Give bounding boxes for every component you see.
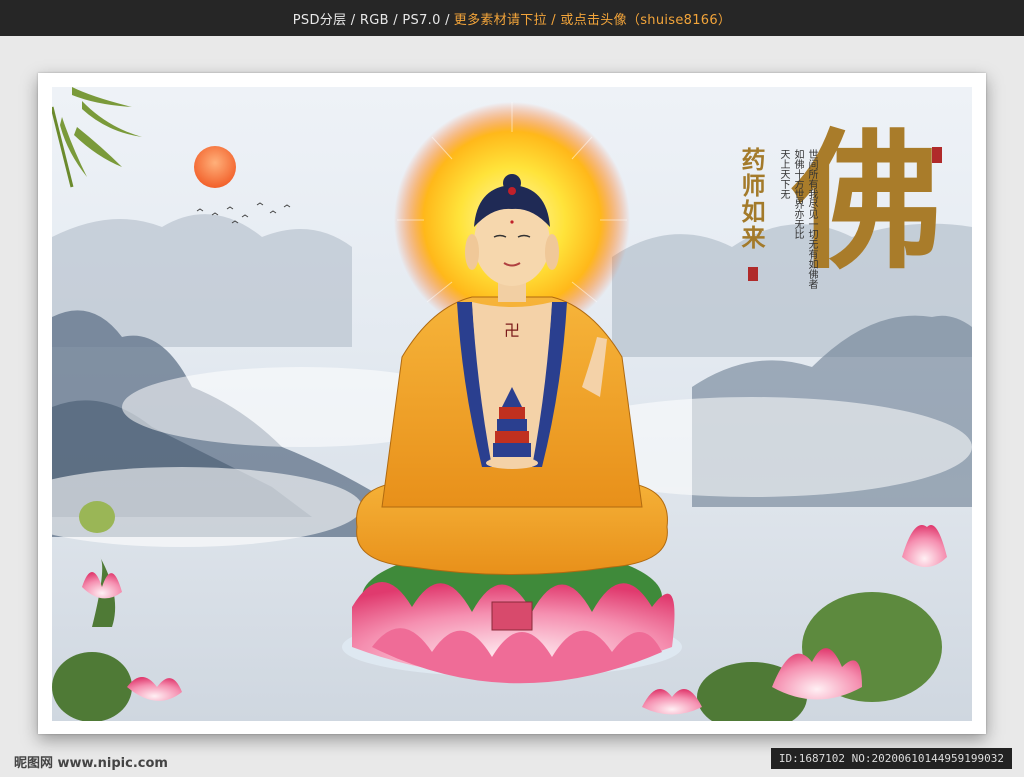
top-info-bar: PSD分层 / RGB / PS7.0 / 更多素材请下拉 / 或点击头像（sh…	[0, 0, 1024, 36]
poem-column-3: 世间所有我尽见一切无有如佛者	[806, 149, 817, 289]
buddha-artwork: 佛 药师如来 天上天下无 如佛十方世界亦无比 世间所有我尽见一切无有如佛者 卍	[52, 87, 972, 721]
site-watermark: 昵图网 www.nipic.com	[14, 756, 168, 771]
title-yaoshi-rulai: 药师如来	[737, 147, 766, 251]
poem-column-1: 天上天下无	[778, 149, 789, 199]
download-hint: 更多素材请下拉 / 或点击头像（shuise8166）	[453, 12, 732, 28]
poster-frame: 佛 药师如来 天上天下无 如佛十方世界亦无比 世间所有我尽见一切无有如佛者 卍	[38, 73, 986, 734]
bamboo-branch	[52, 87, 142, 188]
red-seal	[748, 267, 758, 281]
format-info: PSD分层 / RGB / PS7.0 /	[292, 12, 450, 28]
poem-column-2: 如佛十方世界亦无比	[792, 149, 803, 239]
chest-symbol: 卍	[504, 321, 521, 340]
image-id-label: ID:1687102 NO:20200610144959199032	[770, 748, 1012, 769]
setting-sun	[194, 146, 236, 188]
